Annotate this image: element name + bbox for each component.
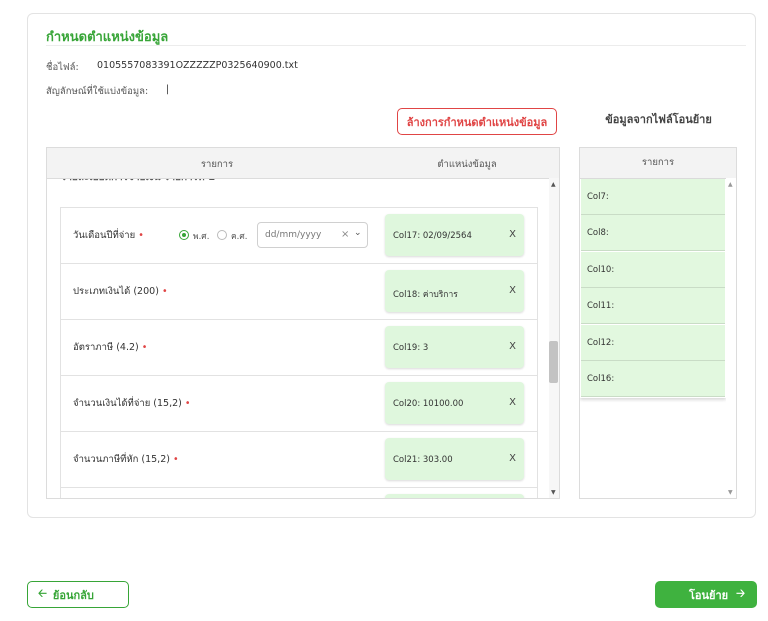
slot-value: Col20: 10100.00 [393, 399, 464, 409]
source-column-item[interactable]: Col11: [581, 288, 725, 324]
delimiter-value: | [166, 84, 170, 95]
source-panel-title: ข้อมูลจากไฟล์โอนย้าย [605, 113, 712, 126]
mapped-slot[interactable] [385, 494, 524, 498]
required-mark: • [138, 230, 144, 241]
required-mark: • [172, 454, 179, 465]
field-label: จำนวนภาษีที่หัก (15,2) • [73, 454, 179, 465]
required-mark: • [161, 286, 168, 297]
required-mark: • [141, 342, 148, 353]
page-title: กำหนดตำแหน่งข้อมูล [46, 30, 169, 45]
field-label: วันเดือนปีที่จ่าย • [73, 230, 144, 241]
field-row [60, 487, 538, 498]
scrollbar-track[interactable] [726, 178, 736, 498]
scroll-up-icon[interactable]: ▲ [551, 181, 556, 188]
mapped-slot[interactable]: Col17: 02/09/2564 X [385, 214, 524, 256]
source-column-item[interactable]: Col16: [581, 361, 725, 397]
radio-christian-era[interactable] [217, 230, 227, 240]
radio-buddhist-era[interactable] [179, 230, 189, 240]
radio-christian-era-label: ค.ศ. [231, 232, 248, 242]
file-name-label: ชื่อไฟล์: [46, 62, 79, 73]
header-item: รายการ [200, 159, 234, 170]
file-name-value: 0105557083391OZZZZZP0325640900.txt [97, 60, 298, 71]
source-column-item[interactable]: Col10: [581, 252, 725, 288]
date-placeholder: dd/mm/yyyy [265, 230, 322, 240]
title-divider [46, 45, 746, 46]
remove-mapping-button[interactable]: X [509, 285, 516, 296]
clear-mapping-button[interactable]: ล้างการกำหนดตำแหน่งข้อมูล [397, 108, 557, 135]
scroll-up-icon[interactable]: ▲ [728, 181, 733, 188]
arrow-left-icon: 🡠 [38, 587, 47, 600]
field-row: อัตราภาษี (4.2) • Col19: 3 X [60, 319, 538, 375]
source-column-item[interactable]: Col12: [581, 325, 725, 361]
transfer-button[interactable]: โอนย้าย 🡢 [655, 581, 757, 608]
slot-value: Col21: 303.00 [393, 455, 453, 465]
required-mark: • [184, 398, 191, 409]
scrollbar-thumb[interactable] [549, 341, 558, 383]
header-position: ตำแหน่งข้อมูล [437, 159, 497, 170]
date-input[interactable]: dd/mm/yyyy × ⌄ [257, 222, 368, 248]
remove-mapping-button[interactable]: X [509, 341, 516, 352]
field-row: ประเภทเงินได้ (200) • Col18: ค่าบริการ X [60, 263, 538, 319]
mapped-slot[interactable]: Col20: 10100.00 X [385, 382, 524, 424]
transfer-button-label: โอนย้าย [688, 588, 729, 602]
remove-mapping-button[interactable]: X [509, 397, 516, 408]
mapped-slot[interactable]: Col21: 303.00 X [385, 438, 524, 480]
source-column-item[interactable]: Col7: [581, 179, 725, 215]
source-column-list: Col7: Col8: Col10: Col11: Col12: Col16: [580, 179, 726, 398]
back-button-label: ย้อนกลับ [52, 588, 94, 602]
remove-mapping-button[interactable]: X [509, 229, 516, 240]
back-button[interactable]: 🡠 ย้อนกลับ [27, 581, 129, 608]
delimiter-label: สัญลักษณ์ที่ใช้แบ่งข้อมูล: [46, 86, 149, 97]
field-label: จำนวนเงินได้ที่จ่าย (15,2) • [73, 398, 191, 409]
source-column-item[interactable]: Col8: [581, 215, 725, 251]
scrollbar-track[interactable] [549, 178, 559, 498]
field-row: จำนวนภาษีที่หัก (15,2) • Col21: 303.00 X [60, 431, 538, 487]
table-header: รายการ ตำแหน่งข้อมูล [47, 148, 559, 179]
remove-mapping-button[interactable]: X [509, 453, 516, 464]
mapped-slot[interactable]: Col18: ค่าบริการ X [385, 270, 524, 312]
mapped-slot[interactable]: Col19: 3 X [385, 326, 524, 368]
source-columns-table: รายการ Col7: Col8: Col10: Col11: Col12: … [579, 147, 737, 499]
scroll-down-icon[interactable]: ▼ [551, 489, 556, 496]
field-label: อัตราภาษี (4.2) • [73, 342, 148, 353]
source-header-item: รายการ [580, 148, 736, 179]
target-fields-table: รายละเอียดการจ่ายเงิน รายการที่ 1 รายการ… [46, 147, 560, 499]
field-row: จำนวนเงินได้ที่จ่าย (15,2) • Col20: 1010… [60, 375, 538, 431]
slot-value: Col18: ค่าบริการ [393, 290, 458, 300]
clear-icon[interactable]: × [341, 229, 349, 240]
field-row: วันเดือนปีที่จ่าย • พ.ศ. ค.ศ. dd/mm/yyyy… [60, 207, 538, 263]
slot-value: Col19: 3 [393, 343, 429, 353]
field-label: ประเภทเงินได้ (200) • [73, 286, 168, 297]
radio-buddhist-era-label: พ.ศ. [193, 232, 210, 242]
scroll-down-icon[interactable]: ▼ [728, 489, 733, 496]
slot-value: Col17: 02/09/2564 [393, 231, 472, 241]
arrow-right-icon: 🡢 [736, 587, 745, 600]
chevron-down-icon[interactable]: ⌄ [354, 228, 362, 238]
